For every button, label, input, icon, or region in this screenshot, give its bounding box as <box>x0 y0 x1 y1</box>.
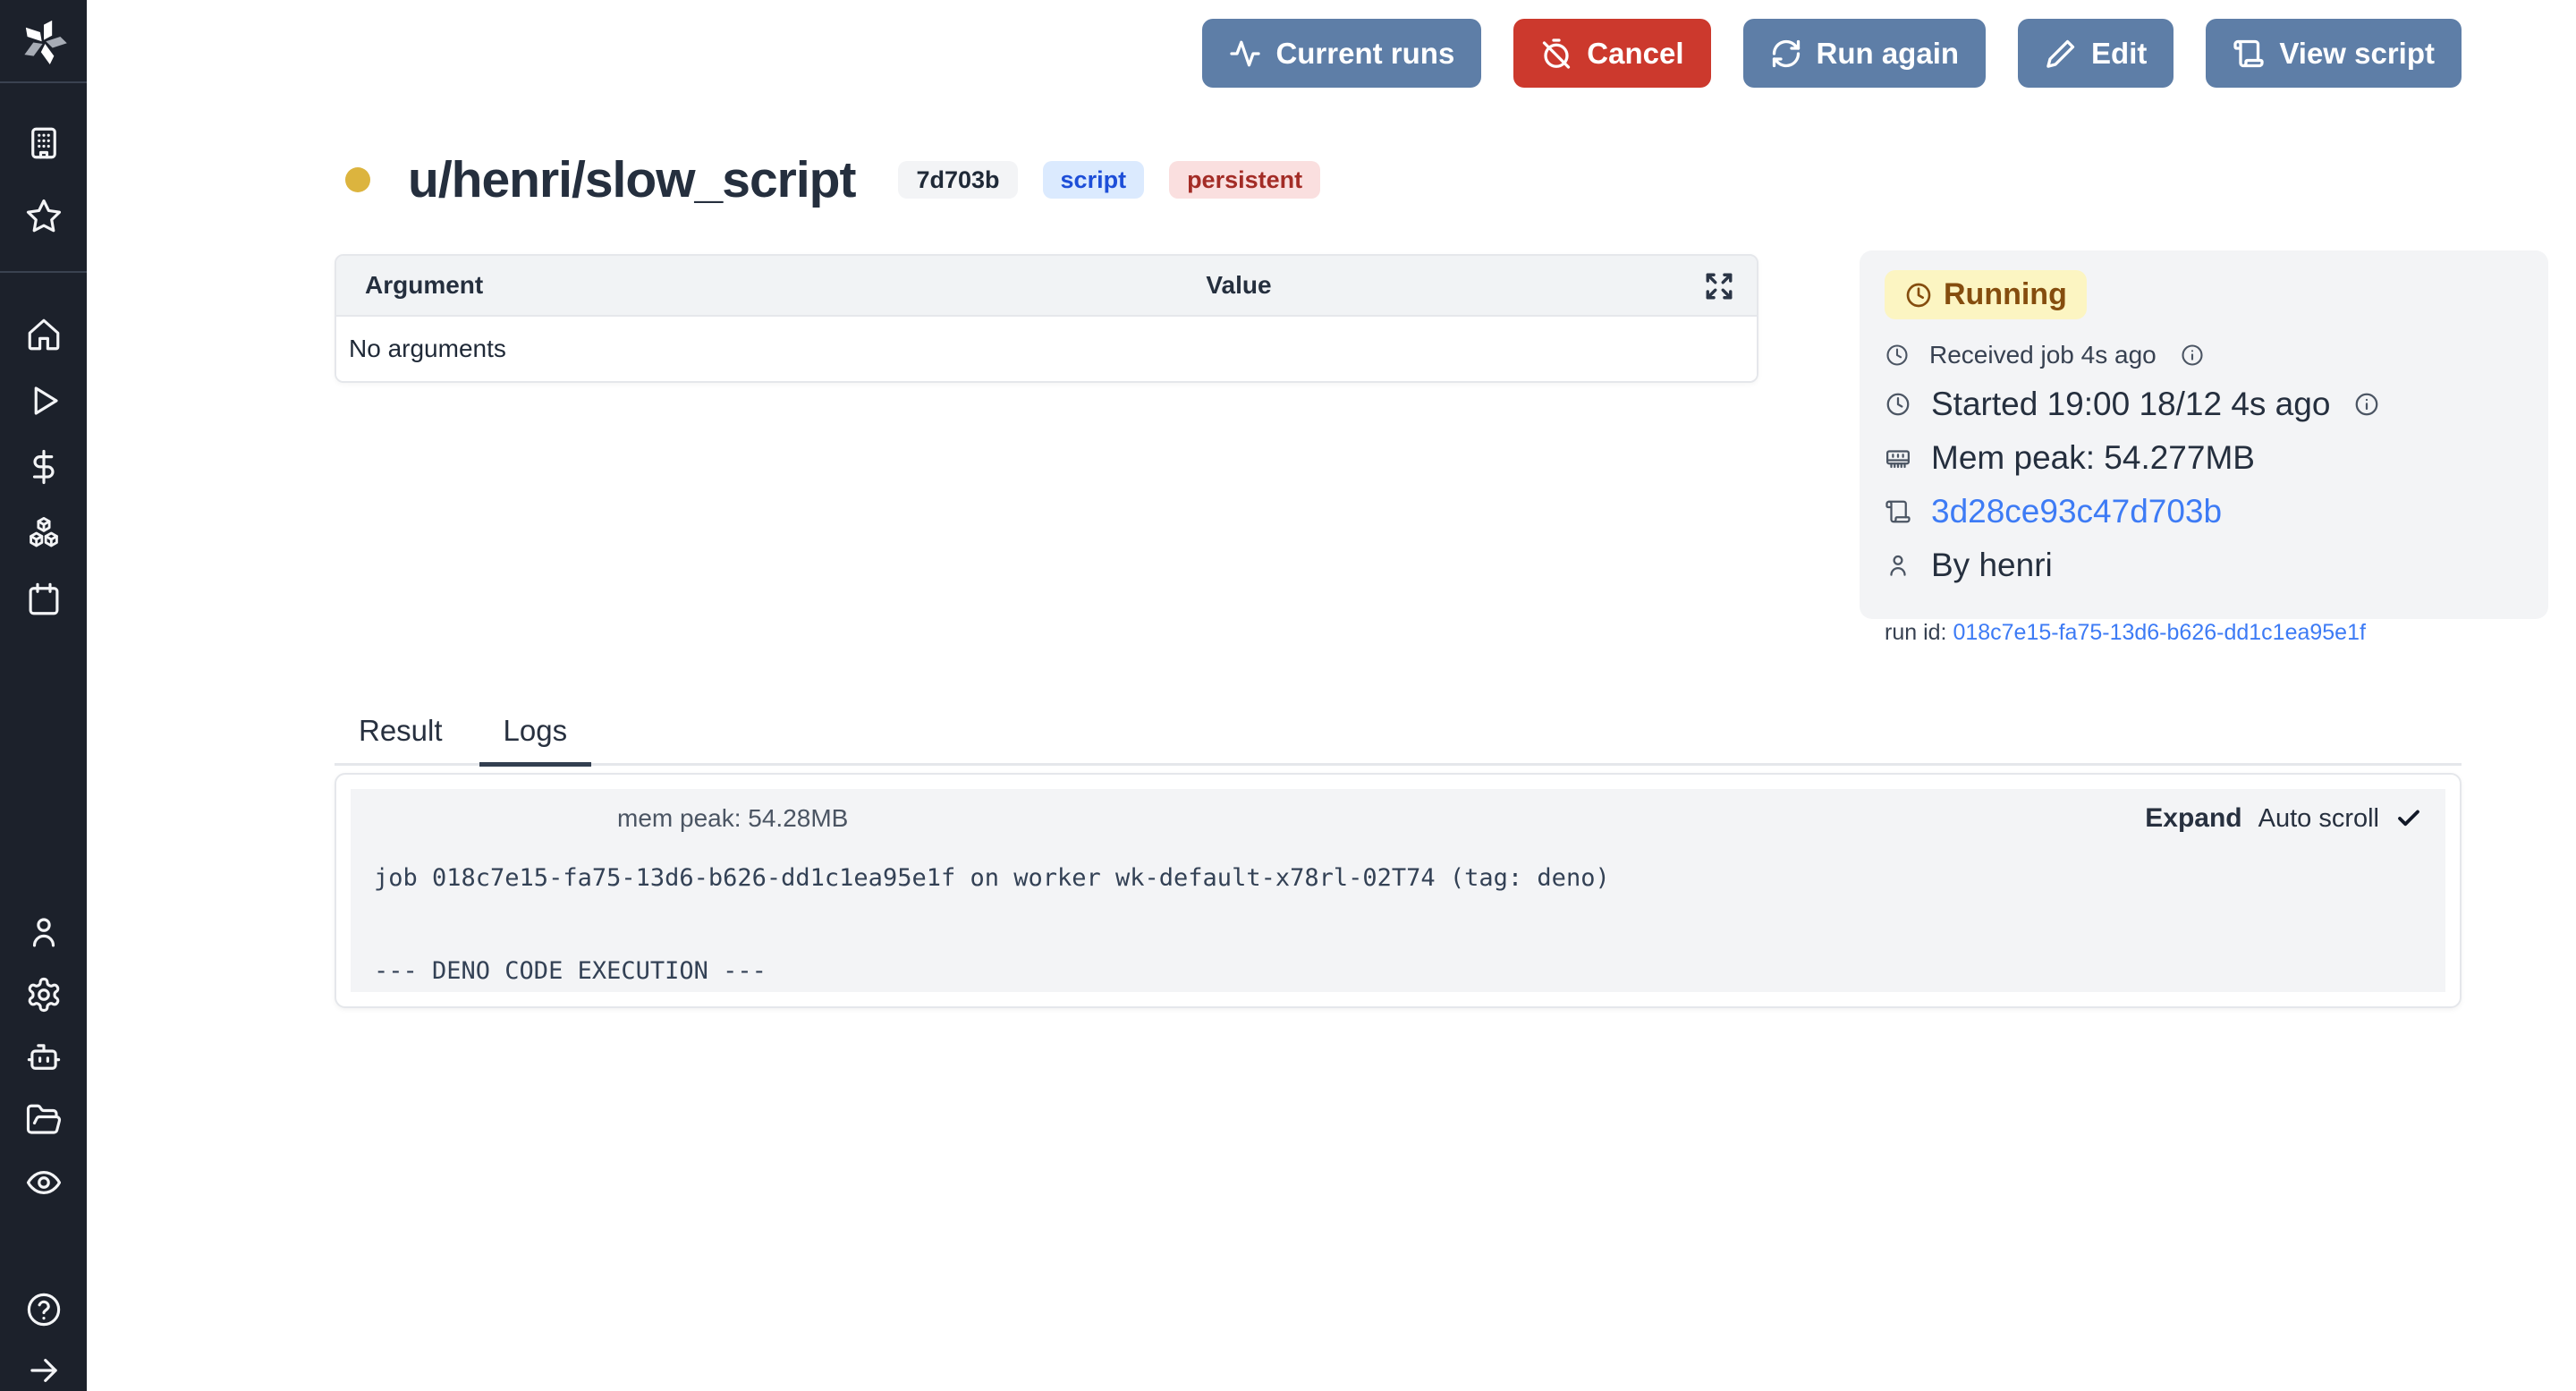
log-output: job 018c7e15-fa75-13d6-b626-dd1c1ea95e1f… <box>374 855 2422 995</box>
refresh-icon <box>1770 38 1802 70</box>
received-text: Received job 4s ago <box>1929 341 2157 369</box>
status-dot <box>345 167 370 192</box>
folders-icon[interactable] <box>23 1099 64 1141</box>
edit-button[interactable]: Edit <box>2018 19 2174 88</box>
expand-sidebar-arrow-icon[interactable] <box>23 1350 64 1391</box>
settings-gear-icon[interactable] <box>23 974 64 1015</box>
scroll-icon <box>1885 498 1911 525</box>
clock-icon <box>1885 391 1911 418</box>
run-again-button[interactable]: Run again <box>1743 19 1987 88</box>
scroll-icon <box>2233 38 2265 70</box>
persistent-badge: persistent <box>1169 161 1320 199</box>
log-line <box>374 902 2422 948</box>
started-row: Started 19:00 18/12 4s ago <box>1885 386 2523 423</box>
run-id-link[interactable]: 018c7e15-fa75-13d6-b626-dd1c1ea95e1f <box>1953 620 2366 645</box>
clock-icon <box>1885 343 1910 368</box>
info-icon[interactable] <box>2180 343 2205 368</box>
running-label: Running <box>1944 277 2067 312</box>
by-user-row: By henri <box>1885 547 2523 584</box>
badges: 7d703b script persistent <box>898 161 1320 199</box>
page: Current runs Cancel Run again <box>0 0 2576 1391</box>
argument-column-header: Argument <box>336 271 721 300</box>
run-id-row: run id: 018c7e15-fa75-13d6-b626-dd1c1ea9… <box>1885 620 2523 646</box>
mem-peak-row: Mem peak: 54.277MB <box>1885 439 2523 477</box>
expand-logs-button[interactable]: Expand <box>2145 803 2241 834</box>
help-circle-icon[interactable] <box>23 1289 64 1330</box>
timer-off-icon <box>1540 38 1572 70</box>
current-runs-label: Current runs <box>1275 37 1454 71</box>
cancel-button[interactable]: Cancel <box>1513 19 1710 88</box>
memory-stick-icon <box>1885 445 1911 471</box>
activity-icon <box>1229 38 1261 70</box>
log-line: job 018c7e15-fa75-13d6-b626-dd1c1ea95e1f… <box>374 855 2422 902</box>
info-icon[interactable] <box>2353 391 2380 418</box>
user-icon[interactable] <box>23 912 64 953</box>
no-arguments-text: No arguments <box>349 335 506 363</box>
current-runs-button[interactable]: Current runs <box>1202 19 1481 88</box>
favorites-star-icon[interactable] <box>23 196 64 237</box>
hash-badge: 7d703b <box>898 161 1017 199</box>
workspace-building-icon[interactable] <box>23 123 64 164</box>
logs-header: mem peak: 54.28MB Expand Auto scroll <box>374 800 2422 837</box>
sidebar-divider <box>0 271 87 273</box>
log-line: --- DENO CODE EXECUTION --- <box>374 948 2422 995</box>
mem-peak-text: Mem peak: 54.277MB <box>1931 439 2255 477</box>
auto-scroll-check-icon[interactable] <box>2395 805 2422 832</box>
edit-label: Edit <box>2091 37 2147 71</box>
logs-mem-peak: mem peak: 54.28MB <box>617 804 848 833</box>
run-id-label: run id: <box>1885 620 1946 645</box>
tab-result[interactable]: Result <box>335 703 467 767</box>
view-script-button[interactable]: View script <box>2206 19 2462 88</box>
sidebar <box>0 0 87 1391</box>
title-row: u/henri/slow_script 7d703b script persis… <box>345 150 1320 209</box>
value-column-header: Value <box>721 271 1757 300</box>
audit-eye-icon[interactable] <box>23 1162 64 1203</box>
script-hash-link[interactable]: 3d28ce93c47d703b <box>1931 493 2222 530</box>
expand-table-icon[interactable] <box>1701 268 1737 304</box>
tab-logs[interactable]: Logs <box>479 703 592 767</box>
clock-icon <box>1904 281 1933 310</box>
pencil-icon <box>2045 38 2077 70</box>
logs-panel: mem peak: 54.28MB Expand Auto scroll job… <box>351 789 2445 992</box>
sidebar-divider <box>0 81 87 83</box>
arguments-table: Argument Value No arguments <box>335 254 1758 383</box>
schedules-calendar-icon[interactable] <box>23 579 64 620</box>
running-status-badge: Running <box>1885 270 2087 319</box>
user-icon <box>1885 552 1911 579</box>
started-text: Started 19:00 18/12 4s ago <box>1931 386 2330 423</box>
workers-robot-icon[interactable] <box>23 1037 64 1078</box>
main-content: Current runs Cancel Run again <box>87 0 2576 1391</box>
table-row: No arguments <box>336 317 1757 381</box>
windmill-logo-icon[interactable] <box>18 16 70 68</box>
logs-card: mem peak: 54.28MB Expand Auto scroll job… <box>335 773 2462 1008</box>
arguments-table-header: Argument Value <box>336 256 1757 317</box>
toolbar: Current runs Cancel Run again <box>1202 19 2462 88</box>
script-hash-row: 3d28ce93c47d703b <box>1885 493 2523 530</box>
by-user-text: By henri <box>1931 547 2053 584</box>
page-title: u/henri/slow_script <box>408 150 855 209</box>
view-script-label: View script <box>2279 37 2435 71</box>
variables-dollar-icon[interactable] <box>23 446 64 488</box>
job-info-panel: Running Received job 4s ago Started 19:0… <box>1860 250 2548 619</box>
run-again-label: Run again <box>1817 37 1960 71</box>
cancel-label: Cancel <box>1587 37 1683 71</box>
kind-badge: script <box>1043 161 1145 199</box>
home-icon[interactable] <box>23 314 64 355</box>
runs-play-icon[interactable] <box>23 380 64 421</box>
auto-scroll-label[interactable]: Auto scroll <box>2258 804 2379 834</box>
resources-boxes-icon[interactable] <box>23 513 64 554</box>
result-logs-tabbar: Result Logs <box>335 703 2462 766</box>
received-row: Received job 4s ago <box>1885 341 2523 369</box>
